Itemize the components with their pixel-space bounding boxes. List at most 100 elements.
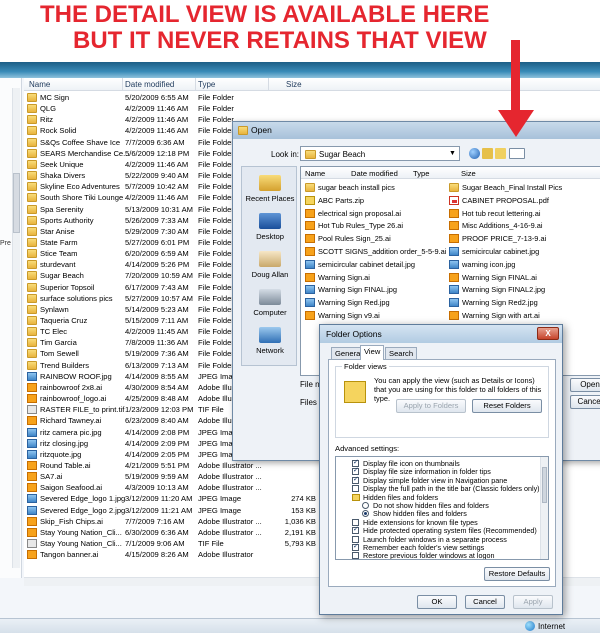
file-type: Adobe Illustrator ... xyxy=(198,460,262,470)
ai-file-icon xyxy=(449,272,459,282)
headline-line-2: BUT IT NEVER RETAINS THAT VIEW xyxy=(73,27,487,54)
item-label: Warning Sign v9.ai xyxy=(318,311,380,320)
file-name: Superior Topsoil xyxy=(40,282,95,292)
item-label: warning icon.jpg xyxy=(462,259,516,269)
back-icon[interactable] xyxy=(469,148,480,159)
reset-folders-button[interactable]: Reset Folders xyxy=(472,399,542,413)
file-name: Stay Young Nation_Cli... xyxy=(40,527,122,537)
checkbox[interactable] xyxy=(352,475,359,484)
column-size[interactable]: Size xyxy=(286,80,302,89)
file-name: ritz closing.jpg xyxy=(40,438,89,448)
advanced-settings-label: Advanced settings: xyxy=(335,444,400,453)
ai-file-icon xyxy=(449,234,459,244)
column-name[interactable]: Name xyxy=(305,169,325,178)
folder-icon xyxy=(305,183,315,192)
place-computer[interactable]: Computer xyxy=(242,289,298,317)
file-type: File Folder xyxy=(198,204,234,214)
apply-to-folders-button[interactable]: Apply to Folders xyxy=(396,399,466,413)
radio-button[interactable] xyxy=(362,510,369,518)
date-modified: 5/26/2009 7:33 AM xyxy=(125,215,189,225)
item-label: Sugar Beach_Final Install Pics xyxy=(462,183,563,192)
column-date-modified[interactable]: Date modified xyxy=(351,169,398,178)
place-network[interactable]: Network xyxy=(242,327,298,355)
file-name: Taqueria Cruz xyxy=(40,316,88,325)
ok-button[interactable]: OK xyxy=(417,595,457,609)
place-doug-allan[interactable]: Doug Allan xyxy=(242,251,298,279)
checkbox[interactable] xyxy=(352,525,359,535)
place-recent-places[interactable]: Recent Places xyxy=(242,175,298,203)
date-modified: 7/7/2009 7:16 AM xyxy=(125,516,185,526)
column-name[interactable]: Name xyxy=(29,80,50,89)
column-date-modified[interactable]: Date modified xyxy=(125,80,174,89)
ai-file-icon xyxy=(305,221,315,231)
folder-views-icon xyxy=(344,381,366,403)
open-dialog-titlebar: Open xyxy=(233,122,600,139)
open-button[interactable]: Open xyxy=(570,378,600,392)
file-type: File Folder xyxy=(198,226,234,236)
folder-icon xyxy=(27,126,37,136)
folder-icon xyxy=(27,204,37,214)
folder-icon xyxy=(27,282,37,292)
globe-icon xyxy=(525,621,535,631)
file-type: Adobe Illustrator ... xyxy=(198,527,262,537)
file-type: File Folder xyxy=(198,327,234,337)
nav-scrollbar[interactable] xyxy=(12,88,20,568)
folder-icon xyxy=(27,271,37,281)
restore-defaults-button[interactable]: Restore Defaults xyxy=(484,567,550,581)
date-modified: 4/2/2009 11:46 AM xyxy=(125,115,189,125)
item-label: SCOTT SIGNS_addition order_5-5-9.ai xyxy=(318,247,447,256)
file-name: South Shore Tiki Lounge xyxy=(40,193,124,203)
look-in-select[interactable]: Sugar Beach ▼ xyxy=(300,146,460,161)
cancel-button[interactable]: Cancel xyxy=(570,395,600,409)
item-label: CABINET PROPOSAL.pdf xyxy=(462,195,549,205)
date-modified: 4/3/2009 10:13 AM xyxy=(125,483,189,493)
checkbox[interactable] xyxy=(352,552,359,559)
file-type: File Folder xyxy=(198,316,234,325)
file-type: File Folder xyxy=(198,260,234,270)
item-label: Warning Sign with art.ai xyxy=(462,311,540,320)
folder-icon xyxy=(27,171,37,181)
open-folder-icon xyxy=(238,126,248,135)
open-dialog-title: Open xyxy=(251,125,272,135)
close-button[interactable]: X xyxy=(537,327,559,340)
checkbox[interactable] xyxy=(352,542,359,551)
folder-icon xyxy=(27,249,37,259)
item-label: sugar beach install pics xyxy=(318,183,395,192)
jpg-file-icon xyxy=(305,298,315,308)
advanced-scroll-thumb[interactable] xyxy=(542,467,547,503)
place-desktop[interactable]: Desktop xyxy=(242,213,298,241)
file-name: Saigon Seafood.ai xyxy=(40,483,103,493)
new-folder-icon[interactable] xyxy=(495,148,506,159)
views-menu-icon[interactable] xyxy=(509,148,525,159)
file-name: Seek Unique xyxy=(40,159,84,169)
date-modified: 7/1/2009 9:06 AM xyxy=(125,539,185,548)
folder-icon xyxy=(27,349,37,359)
file-name: State Farm xyxy=(40,237,78,247)
tab-search[interactable]: Search xyxy=(385,347,418,359)
desktop-icon xyxy=(259,213,281,229)
column-type[interactable]: Type xyxy=(413,169,429,178)
file-type: JPEG Image xyxy=(198,505,242,515)
file-type: Adobe Illustrator xyxy=(198,550,254,560)
nav-scroll-thumb[interactable] xyxy=(13,173,20,233)
checkbox[interactable] xyxy=(352,485,359,493)
ai-file-icon xyxy=(449,311,459,320)
date-modified: 4/2/2009 11:46 AM xyxy=(125,104,189,114)
advanced-scrollbar[interactable] xyxy=(540,457,548,559)
chevron-down-icon[interactable]: ▼ xyxy=(447,148,458,159)
apply-button[interactable]: Apply xyxy=(513,595,553,609)
radio-button[interactable] xyxy=(362,502,369,509)
folder-icon xyxy=(27,104,37,114)
file-name: Synlawn xyxy=(40,304,69,314)
pdf-file-icon xyxy=(449,195,459,205)
date-modified: 3/12/2009 11:20 AM xyxy=(125,494,193,504)
column-type[interactable]: Type xyxy=(198,80,215,89)
folder-icon xyxy=(27,148,37,158)
column-size[interactable]: Size xyxy=(461,169,476,178)
cancel-button[interactable]: Cancel xyxy=(465,595,505,609)
up-folder-icon[interactable] xyxy=(482,148,493,159)
file-name: Severed Edge_logo 2.jpg xyxy=(40,505,126,515)
ai-file-icon xyxy=(305,272,315,282)
tab-view[interactable]: View xyxy=(360,345,385,360)
red-arrow-icon xyxy=(498,40,534,137)
